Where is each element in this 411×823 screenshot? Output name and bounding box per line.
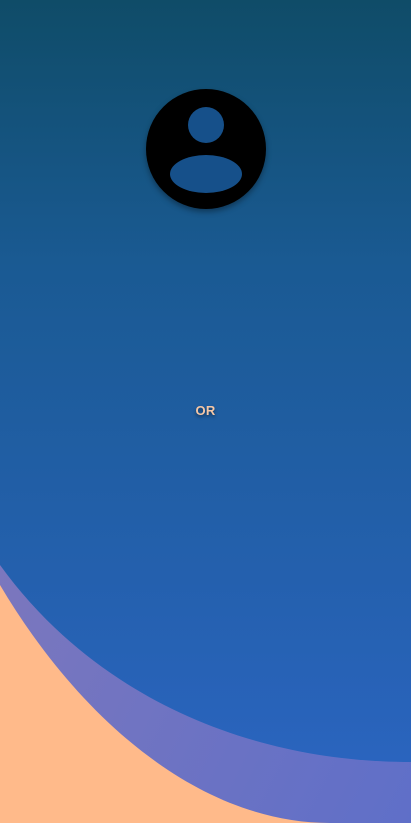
or-divider-label: OR xyxy=(195,403,216,418)
account-circle-icon[interactable] xyxy=(146,89,266,209)
login-screen: OR xyxy=(0,0,411,823)
